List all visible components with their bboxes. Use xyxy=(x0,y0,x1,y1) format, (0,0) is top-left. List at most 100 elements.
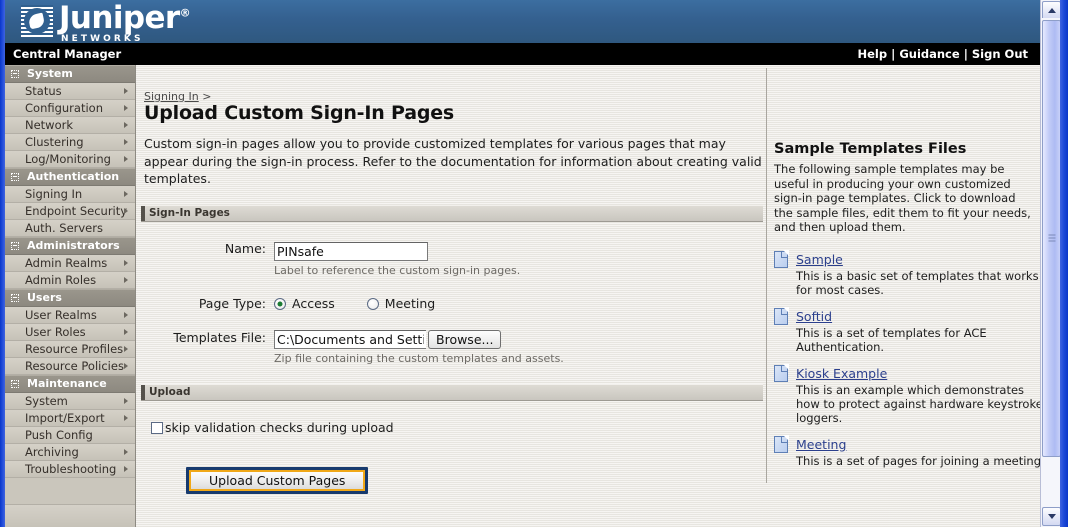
juniper-logo-icon xyxy=(21,5,53,37)
app-toolbar: Central Manager Help | Guidance | Sign Out xyxy=(5,43,1040,65)
chevron-right-icon xyxy=(124,466,128,472)
template-link-meeting[interactable]: Meeting xyxy=(796,437,846,452)
document-icon xyxy=(774,306,789,325)
guidance-link[interactable]: Guidance xyxy=(899,47,959,61)
sidebar-item-auth-servers[interactable]: Auth. Servers xyxy=(5,220,135,237)
sidebar-item-log-monitoring[interactable]: Log/Monitoring xyxy=(5,151,135,168)
chevron-right-icon xyxy=(124,105,128,111)
sidebar-item-troubleshooting[interactable]: Troubleshooting xyxy=(5,461,135,478)
nav-item-label: Log/Monitoring xyxy=(25,152,111,166)
nav-item-label: Clustering xyxy=(25,135,84,149)
form-row-name: Name: Label to reference the custom sign… xyxy=(141,241,763,277)
chevron-right-icon xyxy=(124,415,128,421)
sidebar-item-admin-roles[interactable]: Admin Roles xyxy=(5,272,135,289)
chevron-right-icon xyxy=(124,139,128,145)
skip-validation-checkbox[interactable] xyxy=(151,421,163,434)
scrollbar-thumb[interactable] xyxy=(1042,20,1061,457)
sample-templates-intro: The following sample templates may be us… xyxy=(774,162,1031,234)
nav-item-label: Resource Policies xyxy=(25,359,124,373)
sidebar-item-maintenance-system[interactable]: System xyxy=(5,393,135,410)
sidebar-item-import-export[interactable]: Import/Export xyxy=(5,410,135,427)
template-link-kiosk-example[interactable]: Kiosk Example xyxy=(796,366,887,381)
chevron-right-icon xyxy=(124,363,128,369)
sidebar-item-signing-in[interactable]: Signing In xyxy=(5,186,135,203)
main-content: Signing In > Upload Custom Sign-In Pages… xyxy=(136,65,1040,527)
list-item: Sample This is a basic set of templates … xyxy=(774,249,1040,297)
page-type-radio-group: Access Meeting xyxy=(274,296,763,311)
sidebar-item-endpoint-security[interactable]: Endpoint Security xyxy=(5,203,135,220)
section-header-upload: Upload xyxy=(141,384,763,401)
form-row-page-type: Page Type: Access Meeting xyxy=(141,296,763,311)
template-desc-kiosk-example: This is an example which demonstrates ho… xyxy=(796,382,1040,425)
name-label: Name: xyxy=(224,241,266,256)
collapse-icon[interactable] xyxy=(11,294,19,302)
collapse-icon[interactable] xyxy=(11,380,19,388)
toolbar-links: Help | Guidance | Sign Out xyxy=(858,47,1029,61)
sign-out-link[interactable]: Sign Out xyxy=(972,47,1028,61)
form-row-templates-file: Templates File: Browse... Zip file conta… xyxy=(141,330,763,365)
document-icon xyxy=(774,249,789,268)
sidebar-item-clustering[interactable]: Clustering xyxy=(5,134,135,151)
collapse-icon[interactable] xyxy=(11,242,19,250)
collapse-icon[interactable] xyxy=(11,70,19,78)
sidebar-item-configuration[interactable]: Configuration xyxy=(5,100,135,117)
radio-meeting[interactable] xyxy=(366,297,379,310)
sidebar-item-user-roles[interactable]: User Roles xyxy=(5,324,135,341)
content-divider xyxy=(766,68,767,483)
sidebar-item-resource-profiles[interactable]: Resource Profiles xyxy=(5,341,135,358)
upload-button-label: Upload Custom Pages xyxy=(189,470,366,491)
sidebar-item-resource-policies[interactable]: Resource Policies xyxy=(5,358,135,375)
nav-group-authentication[interactable]: Authentication xyxy=(5,168,135,186)
chevron-right-icon xyxy=(124,398,128,404)
sidebar-item-push-config[interactable]: Push Config xyxy=(5,427,135,444)
chevron-right-icon xyxy=(124,208,128,214)
nav-group-label: Administrators xyxy=(27,239,120,252)
help-link[interactable]: Help xyxy=(858,47,888,61)
juniper-logo-text: Juniper® NETWORKS xyxy=(59,3,191,44)
chevron-right-icon xyxy=(124,277,128,283)
chevron-right-icon xyxy=(124,156,128,162)
application-window: Juniper® NETWORKS Central Manager Help | G… xyxy=(0,0,1068,527)
sidebar-item-network[interactable]: Network xyxy=(5,117,135,134)
nav-item-label: System xyxy=(25,394,68,408)
template-desc-sample: This is a basic set of templates that wo… xyxy=(796,268,1039,297)
sidebar-filler xyxy=(5,504,135,527)
page-title: Upload Custom Sign-In Pages xyxy=(144,102,455,124)
templates-file-input[interactable] xyxy=(274,330,426,349)
template-link-sample[interactable]: Sample xyxy=(796,252,843,267)
body-container: System Status Configuration Network Clus… xyxy=(5,65,1040,527)
list-item: Kiosk Example This is an example which d… xyxy=(774,363,1040,425)
name-input[interactable] xyxy=(274,242,428,261)
nav-group-users[interactable]: Users xyxy=(5,289,135,307)
sample-templates-panel: Sample Templates Files The following sam… xyxy=(774,141,1040,477)
sample-templates-title: Sample Templates Files xyxy=(774,141,967,157)
vertical-scrollbar[interactable] xyxy=(1040,0,1061,527)
scroll-down-button[interactable] xyxy=(1042,507,1061,526)
chevron-right-icon xyxy=(124,329,128,335)
sidebar-item-user-realms[interactable]: User Realms xyxy=(5,307,135,324)
nav-item-label: Archiving xyxy=(25,445,79,459)
nav-item-label: Configuration xyxy=(25,101,103,115)
browse-button[interactable]: Browse... xyxy=(428,330,502,349)
collapse-icon[interactable] xyxy=(11,173,19,181)
sidebar-item-admin-realms[interactable]: Admin Realms xyxy=(5,255,135,272)
radio-access[interactable] xyxy=(274,297,286,310)
upload-custom-pages-button[interactable]: Upload Custom Pages xyxy=(186,467,369,494)
nav-group-label: Maintenance xyxy=(27,377,107,390)
nav-group-label: Authentication xyxy=(27,170,120,183)
nav-group-maintenance[interactable]: Maintenance xyxy=(5,375,135,393)
template-desc-meeting: This is a set of pages for joining a mee… xyxy=(796,453,1040,468)
sidebar-item-archiving[interactable]: Archiving xyxy=(5,444,135,461)
sample-templates-list: Sample This is a basic set of templates … xyxy=(774,249,1040,468)
chevron-right-icon xyxy=(124,260,128,266)
scrollbar-track[interactable] xyxy=(1041,18,1061,509)
navigation-sidebar: System Status Configuration Network Clus… xyxy=(5,65,136,527)
sidebar-item-status[interactable]: Status xyxy=(5,83,135,100)
app-title: Central Manager xyxy=(13,47,122,61)
nav-group-administrators[interactable]: Administrators xyxy=(5,237,135,255)
page-type-label: Page Type: xyxy=(198,296,266,311)
skip-validation-row[interactable]: skip validation checks during upload xyxy=(151,420,763,435)
nav-group-system[interactable]: System xyxy=(5,65,135,83)
template-link-softid[interactable]: Softid xyxy=(796,309,832,324)
link-separator-1: | xyxy=(891,47,896,61)
